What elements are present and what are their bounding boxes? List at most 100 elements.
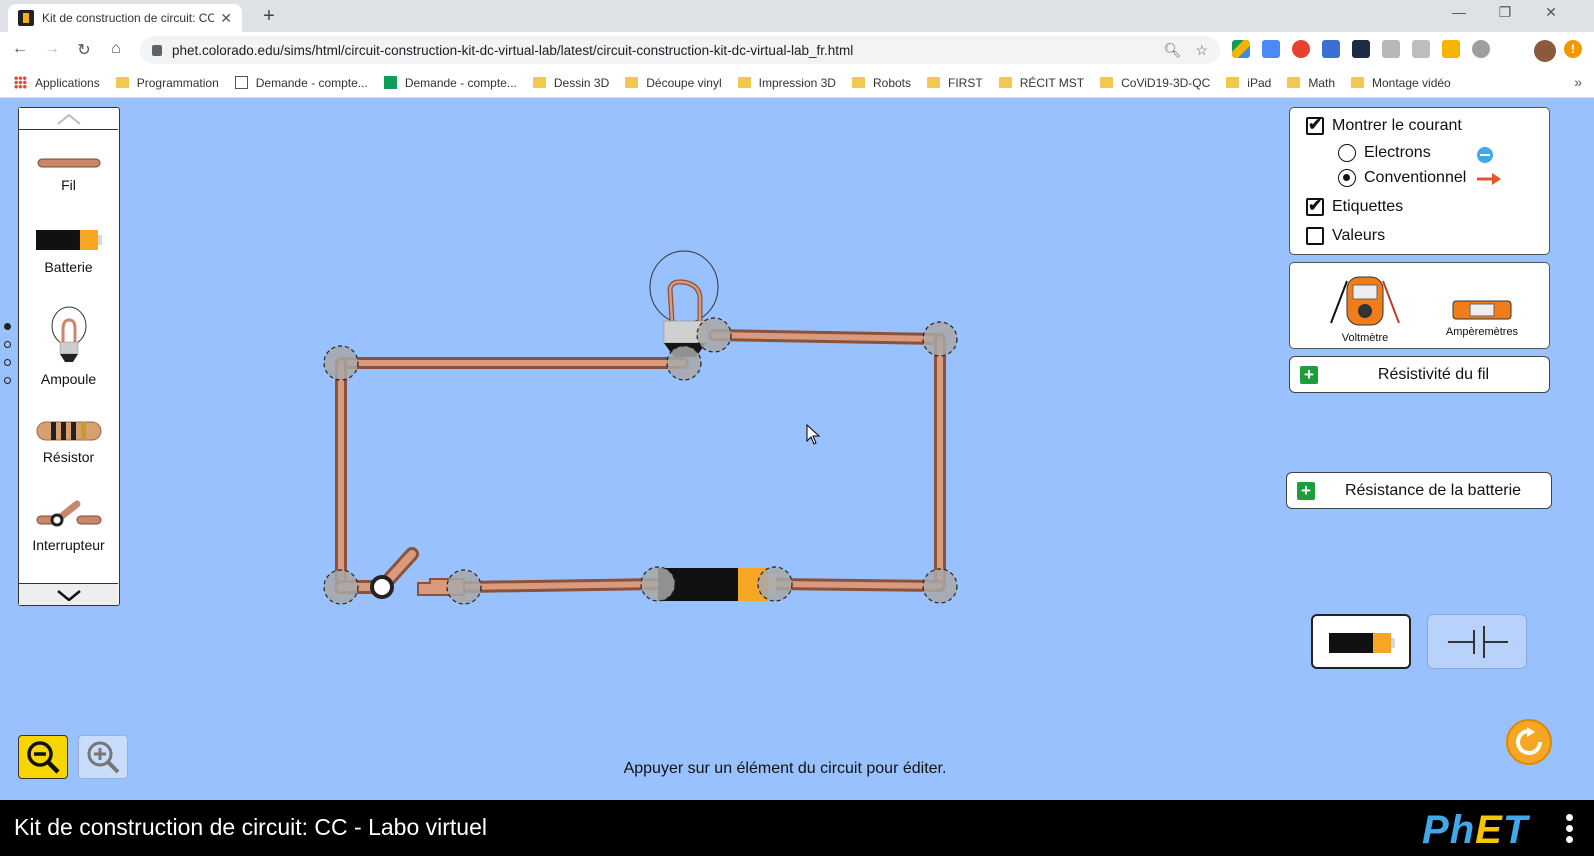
values-checkbox[interactable]: Valeurs <box>1306 227 1385 245</box>
circuit-canvas <box>323 250 958 605</box>
window-close-button[interactable]: ✕ <box>1528 4 1574 21</box>
screen-extension-icon[interactable] <box>1322 40 1340 58</box>
circuit-vertex[interactable] <box>696 317 732 353</box>
sim-title: Kit de construction de circuit: CC - Lab… <box>14 814 487 840</box>
folder-icon <box>1351 77 1364 88</box>
bookmark-item[interactable]: FIRST <box>927 76 983 90</box>
bookmark-item[interactable]: Programmation <box>115 76 219 90</box>
bookmark-item[interactable]: RÉCIT MST <box>998 76 1084 90</box>
sensor-toolbox: Voltmètre Ampèremètres <box>1289 262 1550 349</box>
browser-tab[interactable]: Kit de construction de circuit: CC ✕ <box>8 4 242 32</box>
phet-favicon-icon <box>18 10 34 26</box>
bookmark-item[interactable]: Impression 3D <box>737 76 836 90</box>
browser-tab-strip: Kit de construction de circuit: CC ✕ + —… <box>0 0 1594 32</box>
zoom-icon[interactable]: 🔍︎ <box>1164 42 1182 59</box>
camera-extension-icon[interactable] <box>1352 40 1370 58</box>
schematic-battery-icon <box>1448 626 1508 658</box>
radio-selected-icon <box>1338 169 1356 187</box>
folder-icon <box>625 77 639 88</box>
bookmarks-bar: Applications Programmation Demande - com… <box>0 68 1594 98</box>
reset-all-button[interactable] <box>1506 719 1552 765</box>
bookmark-item[interactable]: Demande - compte... <box>234 76 368 90</box>
circuit-vertex[interactable] <box>922 568 958 604</box>
bookmark-item[interactable]: CoViD19-3D-QC <box>1100 76 1210 90</box>
home-extension-icon[interactable] <box>1412 40 1430 58</box>
home-button[interactable]: ⌂ <box>104 40 128 58</box>
bookmark-item[interactable]: Dessin 3D <box>532 76 609 90</box>
wire[interactable] <box>708 329 946 345</box>
profile-avatar[interactable] <box>1534 40 1556 62</box>
circuit-vertex[interactable] <box>922 321 958 357</box>
conventional-radio[interactable]: Conventionnel <box>1338 169 1466 187</box>
checkbox-checked-icon <box>1306 196 1324 216</box>
ammeter-icon <box>1452 300 1512 320</box>
bookmark-item[interactable]: Demande - compte... <box>383 76 517 90</box>
drive-extension-icon[interactable] <box>1232 40 1250 58</box>
bookmark-item[interactable]: Applications <box>14 76 100 90</box>
wire[interactable] <box>769 578 946 592</box>
voltmeter-tool[interactable]: Voltmètre <box>1320 271 1410 344</box>
circuit-switch[interactable] <box>334 547 465 599</box>
red-extension-icon[interactable] <box>1292 40 1310 58</box>
url-text: phet.colorado.edu/sims/html/circuit-cons… <box>172 42 854 58</box>
browser-menu-update-icon[interactable]: ! <box>1564 40 1582 58</box>
lifelike-view-button[interactable] <box>1311 614 1411 669</box>
wire[interactable] <box>458 578 664 593</box>
mouse-cursor-icon <box>806 424 821 445</box>
voltmeter-label: Voltmètre <box>1341 332 1389 344</box>
back-button[interactable]: ← <box>8 40 32 58</box>
gear-extension-icon[interactable] <box>1472 40 1490 58</box>
circuit-vertex[interactable] <box>446 569 482 605</box>
battery-resistance-accordion[interactable]: + Résistance de la batterie <box>1286 472 1552 509</box>
conventional-arrow-icon <box>1477 173 1501 185</box>
reload-button[interactable]: ↻ <box>72 40 96 60</box>
labels-checkbox[interactable]: Etiquettes <box>1306 196 1403 216</box>
checkbox-checked-icon <box>1306 115 1324 135</box>
voltmeter-icon <box>1330 276 1400 326</box>
circuit-vertex[interactable] <box>757 566 793 602</box>
forward-button[interactable]: → <box>40 40 64 58</box>
browser-toolbar: ← → ↻ ⌂ phet.colorado.edu/sims/html/circ… <box>0 32 1594 68</box>
apps-grid-icon <box>14 76 27 89</box>
phet-logo[interactable]: PhET <box>1422 808 1528 853</box>
bookmark-item[interactable]: Découpe vinyl <box>625 76 722 90</box>
hand-extension-icon[interactable] <box>1442 40 1460 58</box>
ammeter-tool[interactable]: Ampèremètres <box>1442 299 1522 338</box>
window-restore-button[interactable]: ❐ <box>1482 4 1528 21</box>
bookmark-item[interactable]: Math <box>1287 76 1335 90</box>
circuit-vertex[interactable] <box>323 345 359 381</box>
bookmark-item[interactable]: iPad <box>1226 76 1271 90</box>
wire-resistivity-accordion[interactable]: + Résistivité du fil <box>1289 356 1550 393</box>
bookmark-item[interactable]: Montage vidéo <box>1351 76 1451 90</box>
circuit-vertex[interactable] <box>640 566 676 602</box>
folder-icon <box>737 77 751 88</box>
tab-close-icon[interactable]: ✕ <box>220 10 232 27</box>
ammeter-label: Ampèremètres <box>1445 326 1519 338</box>
simulation-area: Fil Batterie Ampoule Résistor Interrupte… <box>0 99 1594 800</box>
translate-extension-icon[interactable] <box>1262 40 1280 58</box>
folder-icon <box>1100 77 1114 88</box>
expand-plus-icon: + <box>1297 481 1315 500</box>
display-options-panel: Montrer le courant Electrons Conventionn… <box>1289 107 1550 255</box>
circuit-vertex[interactable] <box>323 569 359 605</box>
checkbox-unchecked-icon <box>1306 227 1324 245</box>
bookmarks-overflow-icon[interactable]: » <box>1574 74 1582 90</box>
expand-plus-icon: + <box>1300 365 1318 384</box>
circuit-vertex[interactable] <box>666 345 702 381</box>
bookmark-star-icon[interactable]: ☆ <box>1195 42 1208 59</box>
electrons-radio[interactable]: Electrons <box>1338 144 1431 162</box>
extensions-area <box>1232 40 1490 58</box>
reset-icon <box>1516 727 1542 755</box>
lock-icon <box>152 44 162 56</box>
window-minimize-button[interactable]: — <box>1436 4 1482 20</box>
radio-unselected-icon <box>1338 144 1356 162</box>
new-tab-button[interactable]: + <box>258 5 280 28</box>
address-bar[interactable]: phet.colorado.edu/sims/html/circuit-cons… <box>140 36 1220 64</box>
grid-extension-icon[interactable] <box>1382 40 1400 58</box>
electron-icon <box>1477 147 1493 163</box>
phet-menu-icon[interactable] <box>1566 814 1573 847</box>
show-current-checkbox[interactable]: Montrer le courant <box>1306 115 1462 135</box>
bookmark-item[interactable]: Robots <box>851 76 911 90</box>
folder-icon <box>927 77 941 88</box>
schematic-view-button[interactable] <box>1427 614 1527 669</box>
